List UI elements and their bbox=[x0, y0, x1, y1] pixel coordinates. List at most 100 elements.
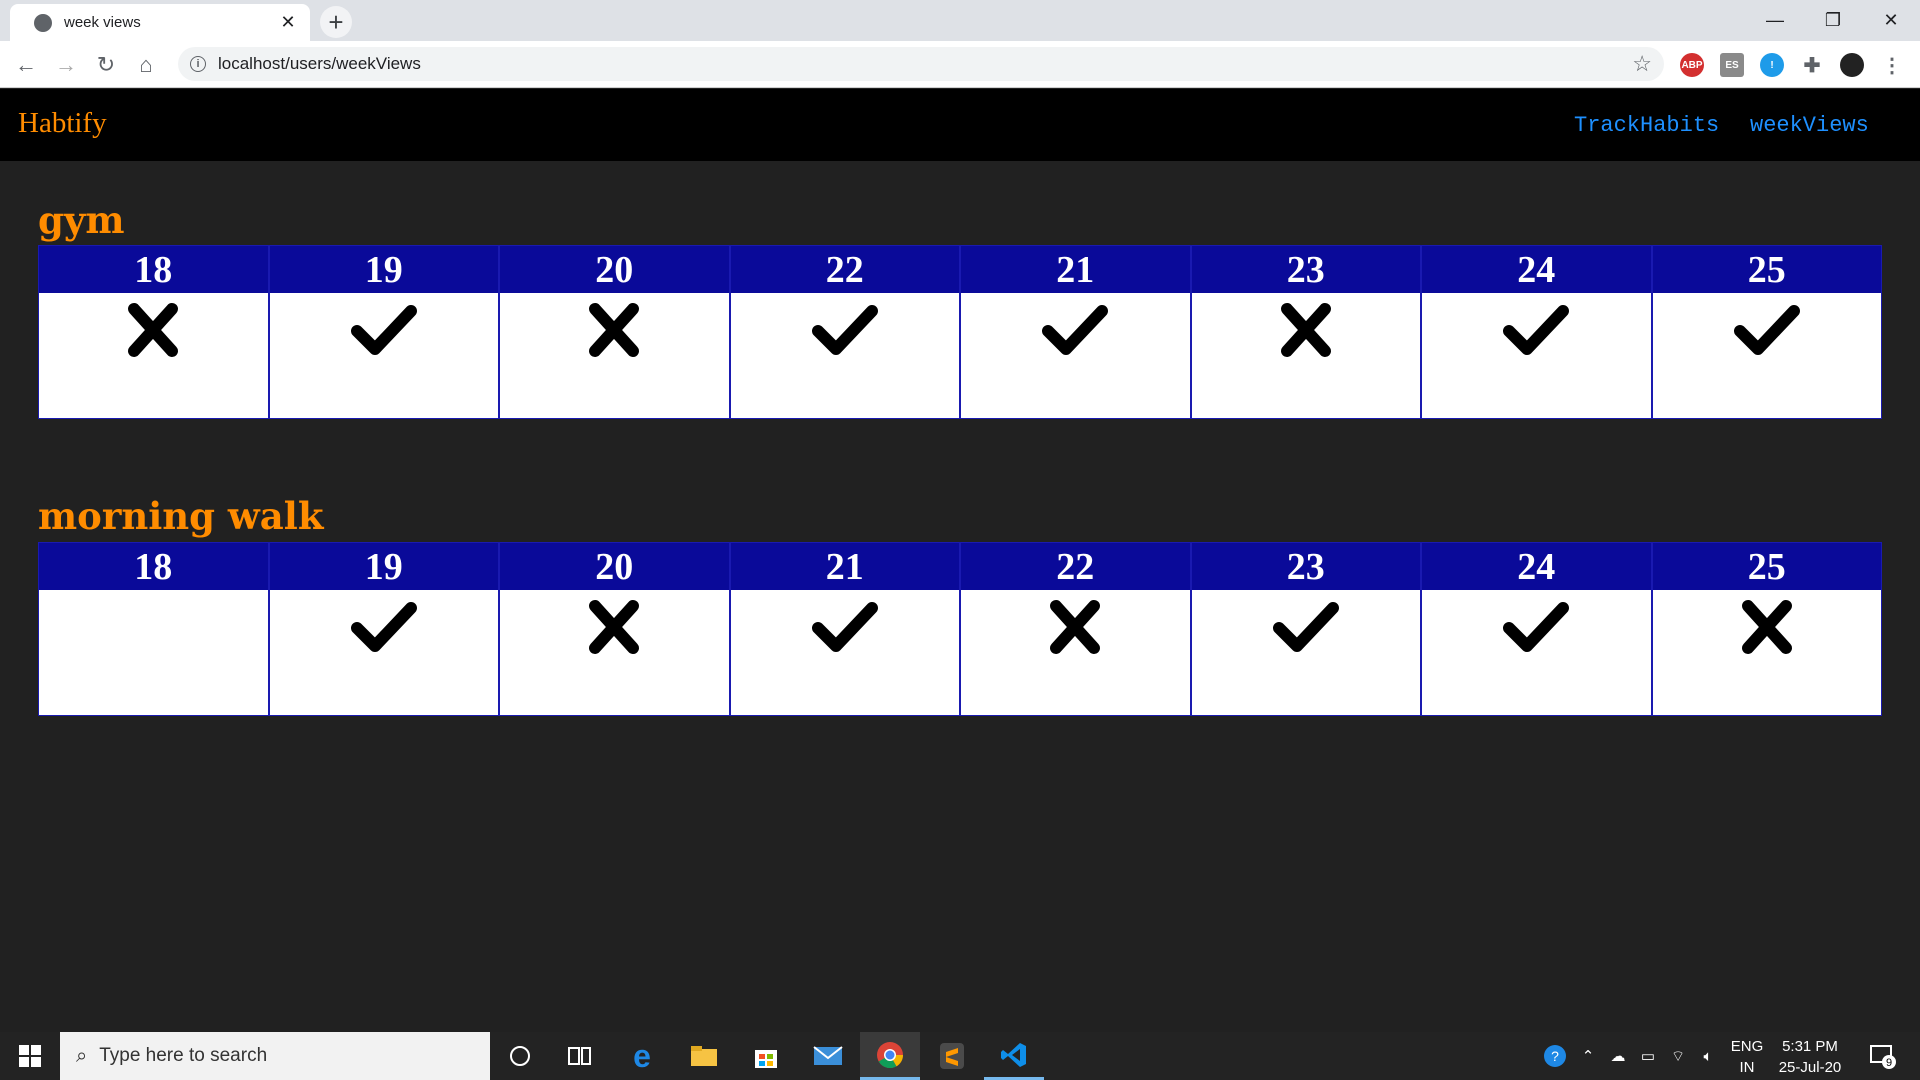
day-cell: 24 bbox=[1420, 246, 1651, 418]
chrome-icon[interactable] bbox=[860, 1032, 920, 1080]
day-status[interactable] bbox=[961, 293, 1190, 418]
cross-icon bbox=[579, 598, 649, 715]
cross-icon bbox=[118, 301, 188, 418]
day-cell: 20 bbox=[498, 543, 729, 715]
extension-info-icon[interactable]: ! bbox=[1760, 53, 1784, 77]
extension-es-icon[interactable]: ES bbox=[1720, 53, 1744, 77]
back-icon[interactable]: ← bbox=[10, 49, 42, 81]
extensions-puzzle-icon[interactable]: ✚ bbox=[1800, 53, 1824, 77]
day-status[interactable] bbox=[500, 293, 729, 418]
taskbar: ⌕ Type here to search e ? ⌃ ☁ ▭ ⌔ 🔈︎ ENG… bbox=[0, 1032, 1920, 1080]
day-date: 19 bbox=[269, 246, 498, 293]
day-status[interactable] bbox=[1422, 293, 1651, 418]
day-date: 18 bbox=[39, 543, 268, 590]
checkmark-icon bbox=[1271, 598, 1341, 715]
day-status[interactable] bbox=[1652, 293, 1881, 418]
window-close-icon[interactable]: ✕ bbox=[1862, 0, 1920, 41]
volume-icon[interactable]: 🔈︎ bbox=[1694, 1032, 1722, 1080]
day-date: 22 bbox=[961, 543, 1190, 590]
tab-title: week views bbox=[64, 14, 141, 31]
day-cell: 19 bbox=[267, 246, 498, 418]
new-tab-button[interactable]: + bbox=[320, 6, 352, 38]
browser-tab[interactable]: week views ✕ bbox=[10, 4, 310, 41]
address-bar[interactable]: i localhost/users/weekViews ☆ bbox=[178, 47, 1664, 81]
brand-logo[interactable]: Habtify bbox=[18, 107, 107, 140]
info-icon[interactable]: i bbox=[190, 56, 206, 72]
search-placeholder: Type here to search bbox=[99, 1045, 268, 1066]
region-code: IN bbox=[1739, 1059, 1755, 1076]
restore-icon[interactable]: ❐ bbox=[1804, 0, 1862, 41]
clock-date: 25-Jul-20 bbox=[1778, 1059, 1842, 1076]
day-status[interactable] bbox=[269, 293, 498, 418]
menu-kebab-icon[interactable]: ⋮ bbox=[1880, 53, 1904, 77]
onedrive-icon[interactable]: ☁ bbox=[1604, 1032, 1632, 1080]
day-cell: 22 bbox=[959, 543, 1190, 715]
minimize-icon[interactable]: — bbox=[1746, 0, 1804, 41]
task-view-icon[interactable] bbox=[550, 1032, 610, 1080]
checkmark-icon bbox=[1501, 598, 1571, 715]
clock-time: 5:31 PM bbox=[1782, 1038, 1838, 1055]
checkmark-icon bbox=[810, 301, 880, 418]
vscode-icon[interactable] bbox=[984, 1032, 1044, 1080]
day-status[interactable] bbox=[1422, 590, 1651, 715]
day-status[interactable] bbox=[730, 293, 959, 418]
taskbar-search[interactable]: ⌕ Type here to search bbox=[60, 1032, 490, 1080]
bookmark-star-icon[interactable]: ☆ bbox=[1632, 51, 1652, 77]
reload-icon[interactable]: ↻ bbox=[90, 49, 122, 81]
habit-title: gym bbox=[38, 198, 125, 242]
day-status[interactable] bbox=[961, 590, 1190, 715]
day-status[interactable] bbox=[1652, 590, 1881, 715]
day-status[interactable] bbox=[730, 590, 959, 715]
cortana-icon[interactable] bbox=[490, 1032, 550, 1080]
day-date: 25 bbox=[1652, 543, 1881, 590]
checkmark-icon bbox=[349, 301, 419, 418]
cross-icon bbox=[579, 301, 649, 418]
day-date: 22 bbox=[730, 246, 959, 293]
cross-icon bbox=[1271, 301, 1341, 418]
checkmark-icon bbox=[1040, 301, 1110, 418]
globe-icon bbox=[34, 13, 52, 32]
habit-title: morning walk bbox=[38, 494, 324, 538]
edge-icon[interactable]: e bbox=[612, 1032, 672, 1080]
store-icon[interactable] bbox=[736, 1032, 796, 1080]
checkmark-icon bbox=[349, 598, 419, 715]
day-status[interactable] bbox=[500, 590, 729, 715]
day-cell: 23 bbox=[1189, 246, 1420, 418]
forward-icon[interactable]: → bbox=[50, 49, 82, 81]
adblock-icon[interactable]: ABP bbox=[1680, 53, 1704, 77]
day-date: 24 bbox=[1422, 246, 1651, 293]
day-date: 21 bbox=[961, 246, 1190, 293]
day-date: 23 bbox=[1191, 246, 1420, 293]
mail-icon[interactable] bbox=[798, 1032, 858, 1080]
help-icon[interactable]: ? bbox=[1538, 1032, 1572, 1080]
windows-start-icon[interactable] bbox=[0, 1032, 60, 1080]
day-date: 21 bbox=[730, 543, 959, 590]
home-icon[interactable]: ⌂ bbox=[130, 49, 162, 81]
close-tab-icon[interactable]: ✕ bbox=[278, 12, 298, 33]
day-cell: 19 bbox=[267, 543, 498, 715]
system-clock[interactable]: 5:31 PM 25-Jul-20 bbox=[1770, 1036, 1850, 1078]
sublime-text-icon[interactable] bbox=[922, 1032, 982, 1080]
day-status[interactable] bbox=[39, 590, 268, 715]
day-status[interactable] bbox=[269, 590, 498, 715]
profile-avatar[interactable] bbox=[1840, 53, 1864, 77]
day-date: 19 bbox=[269, 543, 498, 590]
cross-icon bbox=[1040, 598, 1110, 715]
language-indicator[interactable]: ENG IN bbox=[1726, 1036, 1768, 1078]
url-text[interactable]: localhost/users/weekViews bbox=[218, 54, 1632, 74]
notification-center-icon[interactable]: 9 bbox=[1860, 1032, 1904, 1080]
day-cell: 21 bbox=[728, 543, 959, 715]
day-status[interactable] bbox=[39, 293, 268, 418]
cross-icon bbox=[1732, 598, 1802, 715]
tray-chevron-icon[interactable]: ⌃ bbox=[1576, 1032, 1600, 1080]
wifi-icon[interactable]: ⌔ bbox=[1664, 1032, 1692, 1080]
battery-icon[interactable]: ▭ bbox=[1634, 1032, 1662, 1080]
checkmark-icon bbox=[1501, 301, 1571, 418]
file-explorer-icon[interactable] bbox=[674, 1032, 734, 1080]
day-status[interactable] bbox=[1191, 293, 1420, 418]
nav-link-trackhabits[interactable]: TrackHabits bbox=[1574, 113, 1719, 138]
app-navbar: Habtify TrackHabits weekViews bbox=[0, 89, 1920, 161]
day-status[interactable] bbox=[1191, 590, 1420, 715]
nav-link-weekviews[interactable]: weekViews bbox=[1750, 113, 1869, 138]
day-date: 24 bbox=[1422, 543, 1651, 590]
